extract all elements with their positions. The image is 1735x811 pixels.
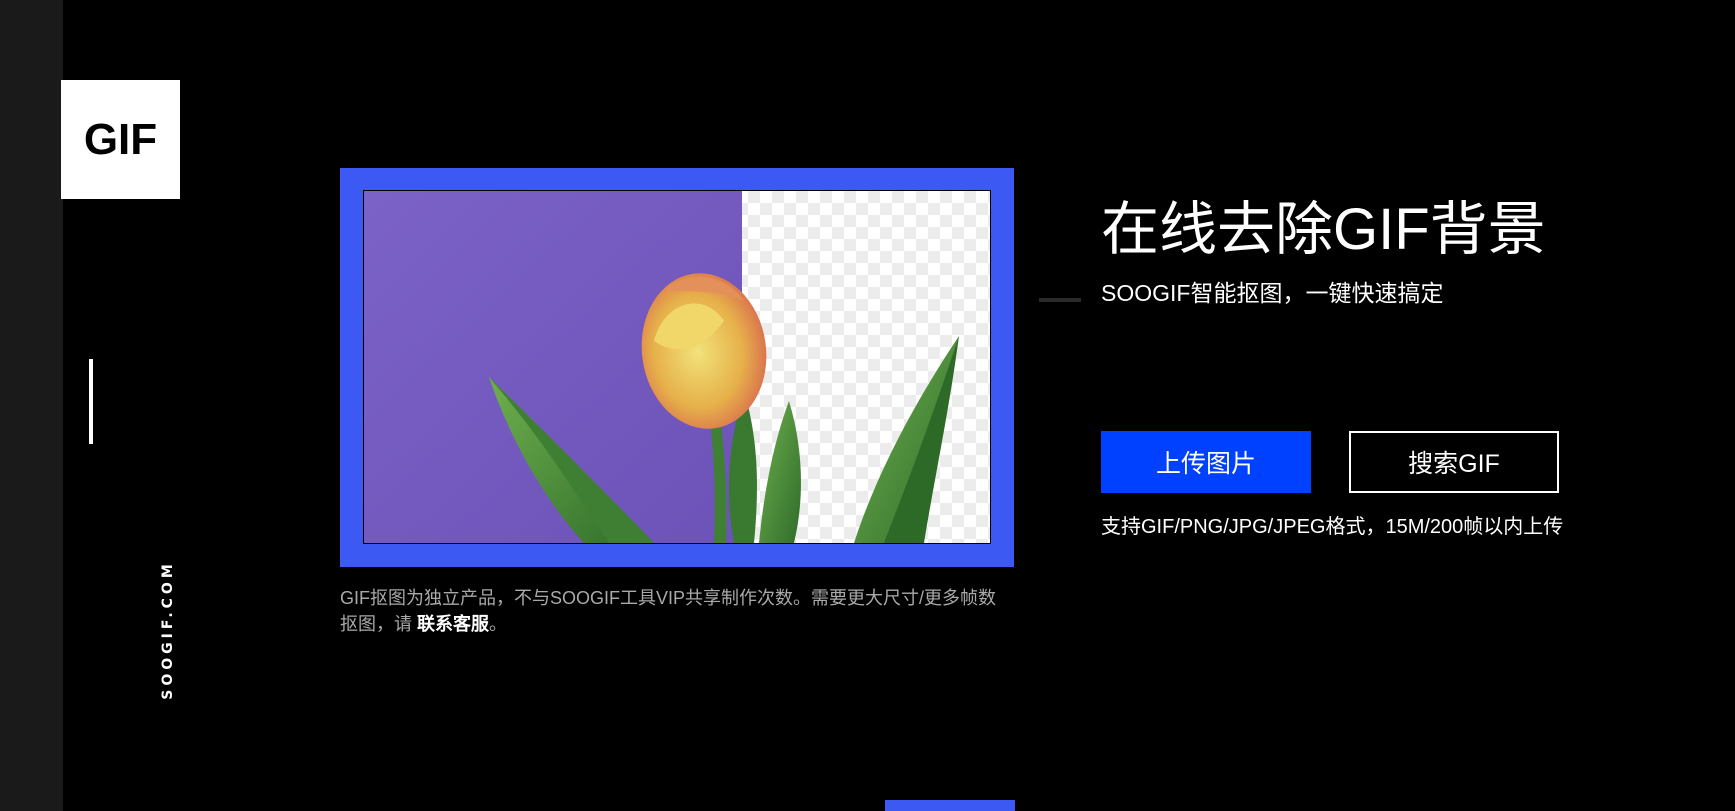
page-subtitle: SOOGIF智能抠图，一键快速搞定 xyxy=(1101,280,1444,306)
bottom-accent-bar xyxy=(885,800,1015,811)
demo-frame xyxy=(340,168,1014,567)
upload-image-button[interactable]: 上传图片 xyxy=(1101,431,1311,493)
note-suffix: 。 xyxy=(489,614,508,634)
supported-formats-text: 支持GIF/PNG/JPG/JPEG格式，15M/200帧以内上传 xyxy=(1101,516,1564,538)
page-title: 在线去除GIF背景 xyxy=(1101,197,1546,262)
site-logo[interactable]: GIF xyxy=(61,80,180,199)
scroll-indicator xyxy=(89,359,93,444)
vertical-brand-text: SOOGIF.COM xyxy=(160,560,176,700)
product-note: GIF抠图为独立产品，不与SOOGIF工具VIP共享制作次数。需要更大尺寸/更多… xyxy=(340,585,1010,637)
left-strip xyxy=(0,0,63,811)
logo-text: GIF xyxy=(83,114,158,164)
tulip-illustration xyxy=(364,191,990,543)
tulip-demo-image xyxy=(363,190,991,544)
decorative-dash xyxy=(1039,298,1081,302)
search-gif-button[interactable]: 搜索GIF xyxy=(1349,431,1559,493)
contact-support-link[interactable]: 联系客服 xyxy=(417,614,489,634)
